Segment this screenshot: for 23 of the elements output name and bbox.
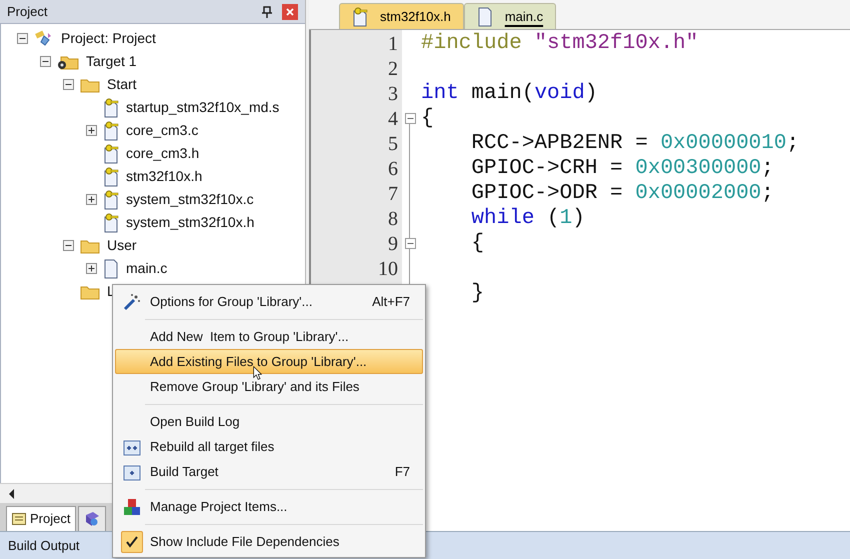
code-line: int main(void)	[421, 80, 598, 107]
code-line: while (1)	[470, 206, 585, 232]
line-number: 7	[388, 182, 398, 206]
line-number: 3	[388, 82, 398, 106]
line-number: 8	[388, 206, 398, 232]
code-line: {	[421, 106, 434, 132]
panel-title: Project	[7, 2, 48, 21]
line-number: 6	[388, 156, 398, 182]
code-line: RCC->APB2ENR = 0x00000010;	[470, 130, 800, 157]
code-line: GPIOC->ODR = 0x00002000;	[470, 180, 774, 207]
code-line: #include "stm32f10x.h"	[421, 30, 698, 57]
shortcut-text: Alt+F7	[372, 292, 411, 311]
line-number: 4	[388, 106, 398, 132]
code-line: {	[470, 230, 484, 257]
code-line: GPIOC->CRH = 0x00300000;	[470, 156, 774, 182]
line-number: 2	[388, 56, 398, 82]
code-line: }	[470, 280, 484, 307]
line-number: 10	[378, 256, 398, 282]
line-number: 1	[388, 32, 398, 56]
build-output-title: Build Output	[8, 536, 80, 555]
line-number: 5	[388, 132, 398, 156]
shortcut-text: F7	[394, 462, 411, 481]
line-number: 9	[388, 232, 398, 256]
